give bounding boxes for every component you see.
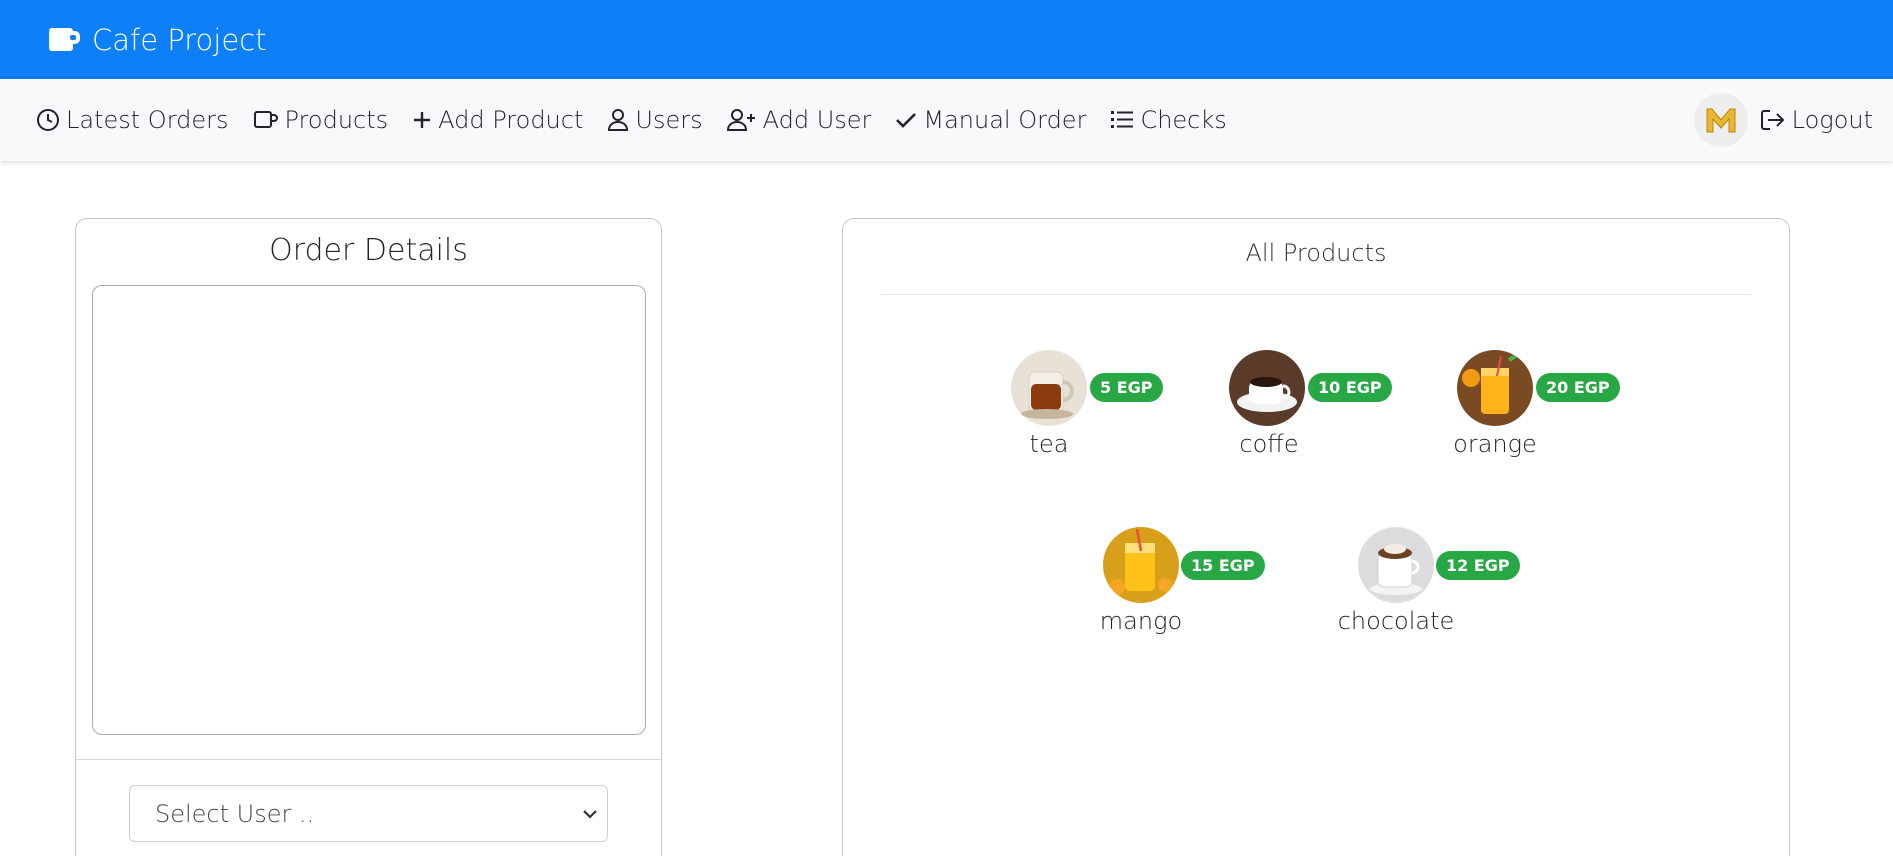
person-icon bbox=[608, 109, 629, 131]
plus-icon bbox=[414, 112, 431, 128]
nav-users[interactable]: Users bbox=[607, 106, 703, 134]
mango-image bbox=[1103, 527, 1179, 603]
nav-links: Latest Orders Products Add Product Users… bbox=[36, 106, 1251, 134]
product-orange[interactable]: 20 EGP orange bbox=[1453, 350, 1620, 470]
price-badge: 15 EGP bbox=[1181, 551, 1265, 580]
brand-link[interactable]: Cafe Project bbox=[48, 23, 267, 57]
nav-latest-orders[interactable]: Latest Orders bbox=[36, 106, 229, 134]
logout-label: Logout bbox=[1791, 106, 1873, 134]
product-tea[interactable]: 5 EGP tea bbox=[1011, 350, 1171, 470]
mug-icon bbox=[49, 27, 80, 51]
price-badge: 5 EGP bbox=[1090, 373, 1163, 402]
all-products-card: All Products 5 EGP tea 10 EGP coffe 20 E… bbox=[842, 218, 1790, 856]
nav-right: Logout bbox=[1693, 93, 1873, 147]
chocolate-image bbox=[1358, 527, 1434, 603]
tea-image bbox=[1011, 350, 1087, 426]
price-badge: 20 EGP bbox=[1536, 373, 1620, 402]
product-name: mango bbox=[1099, 607, 1183, 635]
list-icon bbox=[1111, 111, 1134, 128]
select-user-dropdown[interactable]: Select User .. bbox=[129, 785, 608, 842]
logout-link[interactable]: Logout bbox=[1760, 106, 1873, 134]
divider bbox=[76, 759, 661, 760]
divider bbox=[881, 294, 1751, 295]
all-products-title: All Products bbox=[1245, 239, 1387, 267]
nav-products[interactable]: Products bbox=[253, 106, 389, 134]
order-details-card: Order Details Select User .. bbox=[75, 218, 662, 856]
nav-label: Products bbox=[284, 106, 389, 134]
nav-checks[interactable]: Checks bbox=[1110, 106, 1227, 134]
select-user-value: Select User .. bbox=[155, 799, 315, 828]
nav-manual-order[interactable]: Manual Order bbox=[895, 106, 1086, 134]
cup-icon bbox=[253, 111, 278, 128]
nav-add-product[interactable]: Add Product bbox=[412, 106, 583, 134]
top-bar: Cafe Project bbox=[0, 0, 1893, 79]
nav-label: Manual Order bbox=[923, 106, 1087, 134]
product-name: coffe bbox=[1239, 430, 1299, 458]
product-name: tea bbox=[1029, 430, 1069, 458]
nav-label: Add Product bbox=[438, 106, 584, 134]
price-badge: 10 EGP bbox=[1308, 373, 1392, 402]
orange-image bbox=[1457, 350, 1533, 426]
price-badge: 12 EGP bbox=[1436, 551, 1520, 580]
nav-add-user[interactable]: Add User bbox=[726, 106, 872, 134]
user-avatar-logo bbox=[1706, 108, 1736, 133]
person-plus-icon bbox=[726, 109, 755, 131]
avatar[interactable] bbox=[1693, 93, 1748, 147]
clock-icon bbox=[37, 109, 59, 131]
order-details-title: Order Details bbox=[269, 233, 468, 268]
nav-label: Users bbox=[635, 106, 703, 134]
product-chocolate[interactable]: 12 EGP chocolate bbox=[1338, 527, 1520, 647]
coffe-image bbox=[1229, 350, 1305, 426]
nav-label: Checks bbox=[1140, 106, 1227, 134]
chevron-down-icon bbox=[583, 809, 597, 819]
nav-bar: Latest Orders Products Add Product Users… bbox=[0, 79, 1893, 161]
check-icon bbox=[896, 113, 917, 128]
product-name: chocolate bbox=[1337, 607, 1455, 635]
nav-label: Add User bbox=[762, 106, 872, 134]
product-name: orange bbox=[1453, 430, 1537, 458]
product-coffe[interactable]: 10 EGP coffe bbox=[1229, 350, 1392, 470]
order-items-area bbox=[92, 285, 646, 735]
product-mango[interactable]: 15 EGP mango bbox=[1100, 527, 1265, 647]
nav-label: Latest Orders bbox=[66, 106, 229, 134]
brand-title: Cafe Project bbox=[92, 22, 267, 57]
logout-icon bbox=[1760, 110, 1785, 130]
